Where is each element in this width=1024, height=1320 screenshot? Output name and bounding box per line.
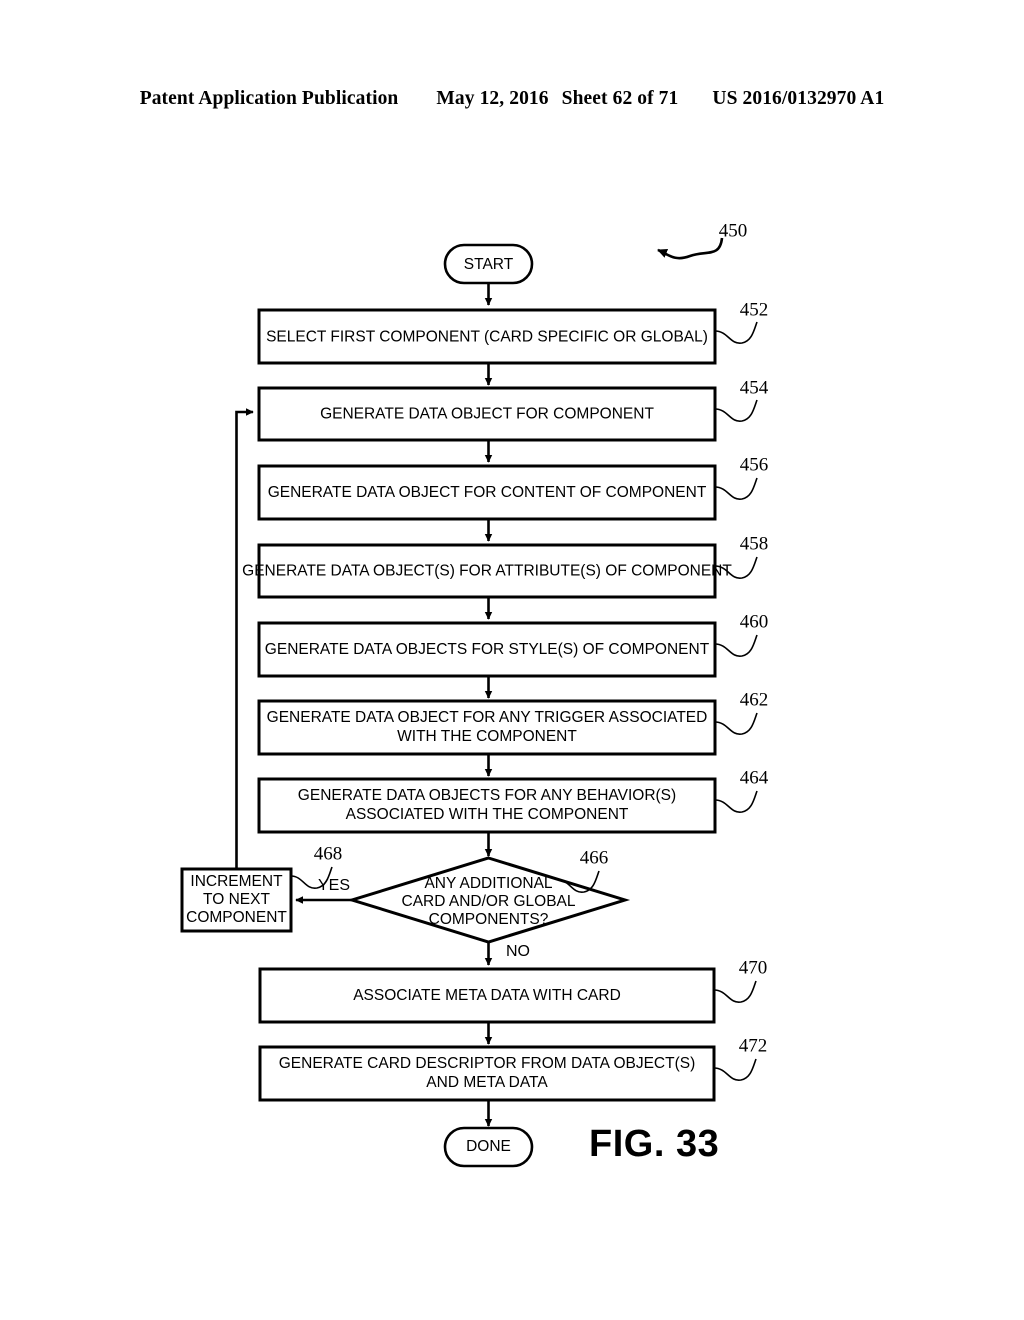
ref-450-leader [657, 237, 724, 260]
node-456: GENERATE DATA OBJECT FOR CONTENT OF COMP… [257, 464, 717, 521]
ref-464-group: 464 [714, 767, 769, 813]
node-466-line-3: COMPONENTS? [429, 911, 549, 928]
node-start: START [443, 243, 534, 285]
node-468: INCREMENT TO NEXT COMPONENT [180, 867, 293, 933]
flowchart-figure: 450 START SELECT FIRST COMPONENT (CARD S… [180, 220, 769, 1168]
node-done: DONE [443, 1126, 534, 1168]
ref-454-group: 454 [714, 377, 769, 422]
start-label: START [464, 256, 514, 273]
ref-462-group: 462 [714, 689, 769, 735]
ref-460-leader [714, 634, 758, 657]
ref-456-label: 456 [740, 454, 769, 475]
ref-460-group: 460 [714, 611, 769, 657]
node-456-line-1: GENERATE DATA OBJECT FOR CONTENT OF COMP… [268, 484, 707, 501]
ref-460-label: 460 [740, 611, 769, 632]
node-464: GENERATE DATA OBJECTS FOR ANY BEHAVIOR(S… [257, 777, 717, 834]
node-472: GENERATE CARD DESCRIPTOR FROM DATA OBJEC… [258, 1045, 716, 1102]
node-468-line-2: TO NEXT [203, 891, 270, 908]
ref-470-leader [713, 980, 757, 1003]
node-470: ASSOCIATE META DATA WITH CARD [258, 967, 716, 1024]
node-472-line-2: AND META DATA [426, 1074, 548, 1091]
node-468-line-3: COMPONENT [186, 909, 287, 926]
node-470-line-1: ASSOCIATE META DATA WITH CARD [353, 987, 621, 1004]
ref-462-leader [714, 712, 758, 735]
node-458: GENERATE DATA OBJECT(S) FOR ATTRIBUTE(S)… [242, 543, 732, 599]
node-454: GENERATE DATA OBJECT FOR COMPONENT [257, 386, 717, 442]
node-466: ANY ADDITIONAL CARD AND/OR GLOBAL COMPON… [346, 856, 631, 944]
ref-470-label: 470 [739, 957, 768, 978]
node-460: GENERATE DATA OBJECTS FOR STYLE(S) OF CO… [257, 621, 717, 678]
ref-456-group: 456 [714, 454, 769, 500]
ref-472-leader [713, 1058, 757, 1081]
ref-468-label: 468 [314, 843, 343, 864]
node-466-line-2: CARD AND/OR GLOBAL [402, 893, 576, 910]
node-468-line-1: INCREMENT [190, 873, 283, 890]
node-464-line-1: GENERATE DATA OBJECTS FOR ANY BEHAVIOR(S… [298, 787, 676, 804]
node-466-line-1: ANY ADDITIONAL [424, 875, 552, 892]
node-458-line-1: GENERATE DATA OBJECT(S) FOR ATTRIBUTE(S)… [242, 563, 732, 580]
ref-452-group: 452 [714, 299, 769, 344]
patent-page: Patent Application Publication May 12, 2… [0, 0, 1024, 1320]
ref-472-group: 472 [713, 1035, 768, 1081]
ref-466-label: 466 [580, 847, 609, 868]
figure-caption: FIG. 33 [589, 1123, 719, 1165]
node-454-line-1: GENERATE DATA OBJECT FOR COMPONENT [320, 406, 654, 423]
node-462-line-1: GENERATE DATA OBJECT FOR ANY TRIGGER ASS… [267, 709, 708, 726]
ref-464-label: 464 [740, 767, 769, 788]
ref-462-label: 462 [740, 689, 769, 710]
node-452-line-1: SELECT FIRST COMPONENT (CARD SPECIFIC OR… [266, 329, 708, 346]
node-452: SELECT FIRST COMPONENT (CARD SPECIFIC OR… [257, 308, 717, 365]
ref-450-label: 450 [719, 220, 748, 241]
node-464-line-2: ASSOCIATED WITH THE COMPONENT [346, 806, 629, 823]
node-462-line-2: WITH THE COMPONENT [397, 728, 577, 745]
edge-468-loopback-to-454 [235, 408, 254, 869]
ref-452-leader [714, 321, 758, 344]
ref-452-label: 452 [740, 299, 769, 320]
node-462: GENERATE DATA OBJECT FOR ANY TRIGGER ASS… [257, 699, 717, 756]
ref-470-group: 470 [713, 957, 768, 1003]
ref-456-leader [714, 477, 758, 500]
ref-464-leader [714, 790, 758, 813]
ref-454-leader [714, 399, 758, 422]
node-472-line-1: GENERATE CARD DESCRIPTOR FROM DATA OBJEC… [279, 1055, 696, 1072]
done-label: DONE [466, 1138, 511, 1155]
ref-454-label: 454 [740, 377, 769, 398]
node-460-line-1: GENERATE DATA OBJECTS FOR STYLE(S) OF CO… [265, 641, 710, 658]
ref-458-label: 458 [740, 533, 769, 554]
ref-472-label: 472 [739, 1035, 768, 1056]
diagram-ref-450-group: 450 [657, 220, 748, 260]
branch-label-no: NO [506, 943, 530, 960]
